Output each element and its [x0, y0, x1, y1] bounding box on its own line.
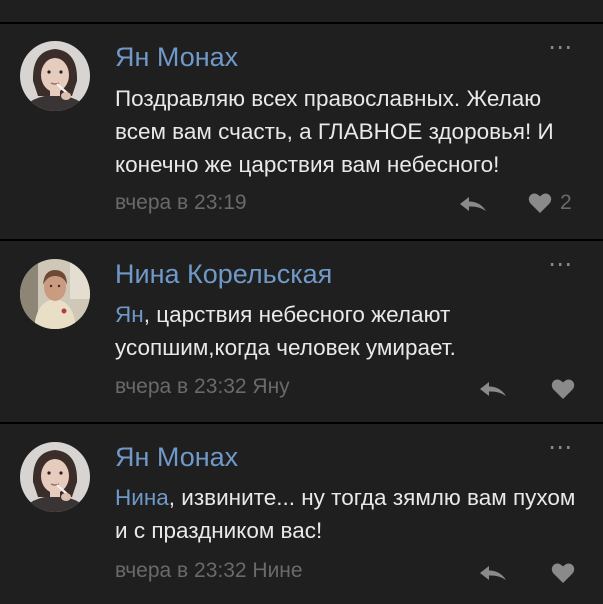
heart-icon	[528, 193, 552, 213]
reply-arrow-icon[interactable]	[478, 564, 508, 584]
comment-text: Ян, царствия небесного желают усопшим,ко…	[115, 298, 585, 364]
like-button[interactable]: 2	[528, 190, 572, 216]
comment-text: Нина, извините... ну тогда зямлю вам пух…	[115, 481, 585, 547]
avatar-photo	[20, 442, 90, 512]
comment-author[interactable]: Ян Монах	[115, 42, 238, 72]
comment-item: Нина Корельская ⋯ Ян, царствия небесного…	[0, 241, 603, 422]
comment-timestamp[interactable]: вчера в 23:19	[115, 190, 247, 216]
like-button[interactable]	[551, 560, 583, 586]
comment-item: Ян Монах ⋯ Поздравляю всех православных.…	[0, 24, 603, 239]
comment-body: Поздравляю всех православных. Желаю всем…	[115, 86, 554, 177]
reply-mention-link[interactable]: Нина	[115, 485, 169, 510]
comment-timestamp[interactable]: вчера в 23:32 Яну	[115, 374, 290, 400]
comment-body: , извините... ну тогда зямлю вам пухом и…	[115, 485, 576, 543]
avatar[interactable]	[20, 442, 90, 512]
comment-author[interactable]: Нина Корельская	[115, 259, 332, 289]
more-dots-icon[interactable]: ⋯	[548, 253, 573, 277]
more-dots-icon[interactable]: ⋯	[548, 36, 573, 60]
comment-author[interactable]: Ян Монах	[115, 442, 238, 472]
like-button[interactable]	[551, 376, 583, 402]
heart-icon	[551, 379, 575, 399]
comment-text: Поздравляю всех православных. Желаю всем…	[115, 82, 585, 181]
like-count: 2	[560, 191, 572, 214]
avatar-photo	[20, 41, 90, 111]
comment-body: , царствия небесного желают усопшим,когд…	[115, 302, 456, 360]
avatar[interactable]	[20, 259, 90, 329]
reply-arrow-icon[interactable]	[458, 195, 488, 215]
heart-icon	[551, 563, 575, 583]
reply-mention-link[interactable]: Ян	[115, 302, 144, 327]
reply-arrow-icon[interactable]	[478, 380, 508, 400]
more-dots-icon[interactable]: ⋯	[548, 436, 573, 460]
comment-item: Ян Монах ⋯ Нина, извините... ну тогда зя…	[0, 424, 603, 604]
comment-timestamp[interactable]: вчера в 23:32 Нине	[115, 558, 303, 584]
comments-page: Ян Монах ⋯ Поздравляю всех православных.…	[0, 0, 603, 604]
previous-comment-edge	[0, 0, 603, 22]
avatar[interactable]	[20, 41, 90, 111]
avatar-photo	[20, 259, 90, 329]
